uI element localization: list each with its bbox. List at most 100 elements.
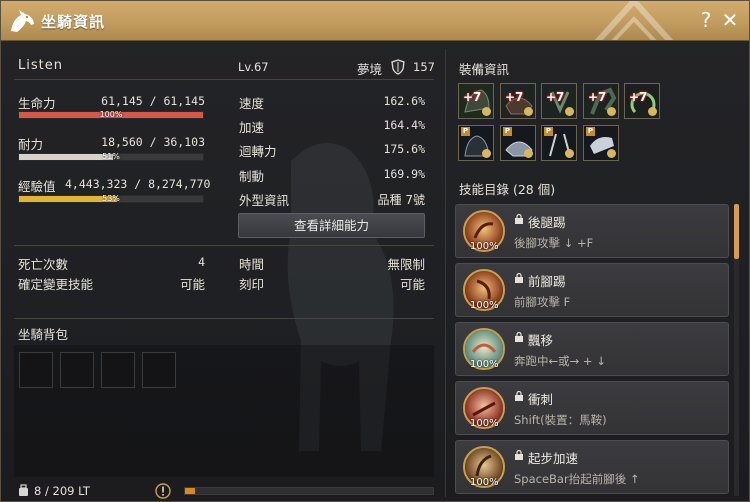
enhance-level: +7 [546, 90, 565, 104]
inventory-slot[interactable] [101, 352, 135, 388]
skill-change-value: 可能 [179, 277, 205, 292]
premium-tag: P [544, 127, 553, 136]
enhance-level: +7 [505, 90, 524, 104]
weight-bar-fill [185, 488, 195, 494]
title-bar[interactable]: 坐騎資訊 ? ✕ [1, 1, 749, 41]
skill-name: 前腳踢 [528, 274, 566, 289]
lock-icon [515, 391, 523, 401]
skill-command: 前腳攻擊 F [514, 295, 571, 309]
enhance-level: +7 [629, 90, 648, 104]
equipped-mark [524, 149, 533, 158]
skill-item[interactable]: 100% 衝刺 Shift(裝置：馬鞍) [455, 381, 729, 435]
equipped-mark [565, 149, 574, 158]
stat-acceleration-label: 加速 [239, 120, 265, 135]
skill-item[interactable]: 100% 後腿踢 後腳攻擊 ↓ +F [455, 204, 729, 258]
weight-bar [184, 487, 434, 495]
skill-item[interactable]: 100% 前腳踢 前腳攻擊 F [455, 263, 729, 317]
hp-percent: 100% [99, 110, 123, 119]
stamina-label: 耐力 [18, 137, 44, 152]
time-value: 無限制 [387, 257, 425, 272]
hp-label: 生命力 [18, 96, 56, 111]
help-button[interactable]: ? [695, 9, 717, 31]
skill-percent: 100% [470, 359, 499, 370]
realm-label: 夢境 [357, 62, 383, 77]
skill-command: 奔跑中←或→ + ↓ [514, 354, 606, 368]
horse-logo-icon [11, 10, 34, 32]
exp-bar: 53% [18, 195, 204, 203]
equipped-mark [482, 149, 491, 158]
horseshoe-ring-icon[interactable]: +7 [624, 83, 660, 119]
skill-percent: 100% [470, 241, 499, 252]
skill-list[interactable]: 100% 後腿踢 後腳攻擊 ↓ +F 100% 前腳踢 前腳攻擊 F 100% … [453, 202, 741, 498]
skill-percent: 100% [470, 477, 499, 488]
skill-list-title: 技能目錄 (28 個) [459, 182, 556, 197]
skill-name: 飄移 [528, 333, 554, 348]
imprint-value: 可能 [399, 277, 425, 292]
death-count-label: 死亡次數 [18, 257, 69, 272]
death-count-value: 4 [198, 255, 205, 269]
costume-head-icon[interactable]: P [583, 125, 619, 161]
divider [14, 318, 434, 319]
hp-bar: 100% [18, 111, 204, 119]
equipped-mark [648, 107, 657, 116]
inventory-weight: 8 / 209 LT [34, 484, 90, 498]
equipped-mark [607, 149, 616, 158]
stat-appearance-label: 外型資訊 [239, 193, 290, 208]
barding-armor-icon[interactable]: +7 [458, 83, 494, 119]
enhance-level: +7 [463, 90, 482, 104]
skill-command: 後腳攻擊 ↓ +F [514, 236, 594, 250]
imprint-label: 刻印 [239, 277, 265, 292]
lock-icon [515, 273, 523, 283]
time-label: 時間 [239, 257, 265, 272]
skill-change-label: 確定變更技能 [18, 277, 94, 292]
stat-speed-value: 162.6% [383, 94, 425, 108]
horseshoe-icon[interactable]: +7 [583, 83, 619, 119]
skill-list-scrollbar[interactable] [734, 204, 739, 496]
stirrups-icon[interactable]: +7 [541, 83, 577, 119]
stamina-value: 18,560 / 36,103 [101, 135, 205, 149]
equipment-title: 裝備資訊 [459, 62, 510, 77]
skill-name: 衝刺 [528, 392, 554, 407]
skill-name: 後腿踢 [528, 215, 566, 230]
costume-armor-icon[interactable]: P [458, 125, 494, 161]
inventory-slot[interactable] [19, 352, 53, 388]
warning-icon[interactable] [155, 483, 171, 499]
skill-percent: 100% [470, 300, 499, 311]
equipped-mark [524, 107, 533, 116]
mount-info-window: 坐騎資訊 ? ✕ Listen Lv.67 夢境 157 生命力 61,145 … [0, 0, 750, 502]
equipped-mark [482, 107, 491, 116]
stamina-bar: 51% [18, 153, 204, 161]
lock-icon [515, 332, 523, 342]
mount-inventory-title: 坐騎背包 [18, 327, 69, 342]
equipped-mark [565, 107, 574, 116]
skill-item[interactable]: 100% 飄移 奔跑中←或→ + ↓ [455, 322, 729, 376]
lock-icon [515, 214, 523, 224]
skill-command: SpaceBar抬起前腳後 ↑ [514, 472, 640, 486]
divider [14, 245, 434, 246]
realm-value: 157 [413, 60, 435, 74]
close-button[interactable]: ✕ [719, 9, 741, 31]
stamina-percent: 51% [102, 152, 120, 161]
mount-level: Lv.67 [238, 60, 269, 74]
enhance-level: +7 [588, 90, 607, 104]
shield-icon [391, 59, 405, 75]
premium-tag: P [586, 127, 595, 136]
skill-percent: 100% [470, 418, 499, 429]
skill-item[interactable]: 100% 起步加速 SpaceBar抬起前腳後 ↑ [455, 440, 729, 494]
equipped-mark [607, 107, 616, 116]
view-detailed-stats-button[interactable]: 查看詳細能力 [238, 213, 425, 238]
inventory-slot[interactable] [142, 352, 176, 388]
premium-tag: P [461, 127, 470, 136]
scrollbar-thumb[interactable] [734, 204, 739, 259]
inventory-slot[interactable] [60, 352, 94, 388]
stat-brake-value: 169.9% [383, 167, 425, 181]
saddle-icon[interactable]: +7 [500, 83, 536, 119]
mount-name: Listen [18, 58, 63, 73]
costume-saddle-icon[interactable]: P [500, 125, 536, 161]
costume-stirrups-icon[interactable]: P [541, 125, 577, 161]
premium-tag: P [503, 127, 512, 136]
column-divider [445, 49, 446, 497]
stat-speed-label: 速度 [239, 96, 265, 111]
exp-value: 4,443,323 / 8,274,770 [65, 177, 211, 191]
stat-brake-label: 制動 [239, 169, 265, 184]
